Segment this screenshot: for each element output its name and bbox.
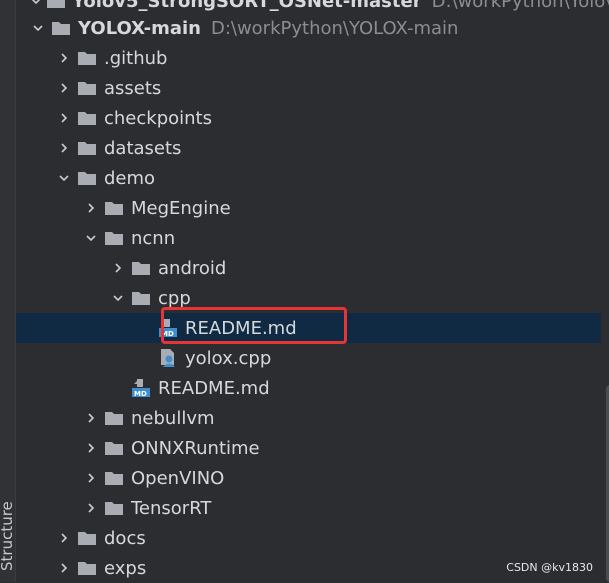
tree-row[interactable]: MegEngine	[16, 193, 601, 223]
folder-icon	[76, 108, 98, 128]
tree-item-label: nebullvm	[131, 407, 215, 429]
tree-item-label: TensorRT	[131, 497, 212, 519]
chevron-right-icon[interactable]	[83, 438, 99, 458]
tree-item-label: README.md	[158, 377, 270, 399]
chevron-right-icon[interactable]	[56, 138, 72, 158]
tree-row[interactable]: docs	[16, 523, 601, 553]
tree-item-label: assets	[104, 77, 162, 99]
chevron-right-icon[interactable]	[56, 108, 72, 128]
tree-row[interactable]: OpenVINO	[16, 463, 601, 493]
tree-item-label: cpp	[158, 287, 191, 309]
chevron-right-icon[interactable]	[56, 558, 72, 578]
folder-icon	[103, 408, 125, 428]
folder-icon	[103, 438, 125, 458]
tree-row[interactable]: android	[16, 253, 601, 283]
folder-icon	[76, 168, 98, 188]
tree-item-label: checkpoints	[104, 107, 212, 129]
chevron-right-icon[interactable]	[83, 198, 99, 218]
folder-icon	[50, 18, 72, 38]
folder-icon	[76, 528, 98, 548]
tree-row[interactable]: datasets	[16, 133, 601, 163]
chevron-right-icon[interactable]	[56, 528, 72, 548]
cpp-file-icon	[157, 348, 179, 368]
chevron-right-icon[interactable]	[56, 48, 72, 68]
folder-icon	[76, 48, 98, 68]
tree-row[interactable]: cpp	[16, 283, 601, 313]
tree-item-path: D:\workPython\Yolov5	[431, 0, 609, 12]
chevron-right-icon[interactable]	[83, 498, 99, 518]
chevron-right-icon[interactable]	[56, 78, 72, 98]
markdown-file-icon: MD	[157, 318, 179, 338]
markdown-file-icon: MD	[130, 378, 152, 398]
folder-icon	[76, 138, 98, 158]
tree-row[interactable]: demo	[16, 163, 601, 193]
tree-item-label: demo	[104, 167, 156, 189]
folder-icon	[76, 558, 98, 578]
svg-text:MD: MD	[134, 390, 147, 398]
folder-icon	[130, 258, 152, 278]
project-tree: Yolov5_StrongSORT_OSNet-master D:\workPy…	[16, 0, 609, 582]
chevron-down-icon[interactable]	[110, 288, 126, 308]
tree-row[interactable]: checkpoints	[16, 103, 601, 133]
chevron-down-icon[interactable]	[30, 0, 42, 11]
tree-row[interactable]: ncnn	[16, 223, 601, 253]
chevron-down-icon[interactable]	[56, 168, 72, 188]
tree-row-root[interactable]: YOLOX-main D:\workPython\YOLOX-main	[16, 13, 601, 43]
root-folder-path: D:\workPython\YOLOX-main	[210, 17, 459, 39]
tree-row[interactable]: nebullvm	[16, 403, 601, 433]
tree-item-label: .github	[104, 47, 168, 69]
watermark: CSDN @kv1830	[506, 561, 593, 574]
tree-item-label: Yolov5_StrongSORT_OSNet-master	[72, 0, 422, 12]
folder-icon	[130, 288, 152, 308]
root-folder-label: YOLOX-main	[78, 17, 201, 39]
tree-row[interactable]: TensorRT	[16, 493, 601, 523]
folder-icon	[103, 468, 125, 488]
folder-icon	[103, 228, 125, 248]
chevron-right-icon[interactable]	[83, 468, 99, 488]
side-tool-strip: Structure	[0, 0, 16, 582]
folder-icon	[103, 198, 125, 218]
tree-row[interactable]: yolox.cpp	[16, 343, 601, 373]
tree-item-label: docs	[104, 527, 146, 549]
tree-item-label: OpenVINO	[131, 467, 225, 489]
tree-item-label: android	[158, 257, 227, 279]
folder-icon	[103, 498, 125, 518]
tree-item-label: MegEngine	[131, 197, 231, 219]
tree-row[interactable]: assets	[16, 73, 601, 103]
chevron-down-icon[interactable]	[83, 228, 99, 248]
tree-item-label: exps	[104, 557, 147, 579]
tree-item-label: datasets	[104, 137, 182, 159]
svg-text:MD: MD	[161, 330, 174, 338]
tree-item-label: ONNXRuntime	[131, 437, 260, 459]
tree-row[interactable]: ONNXRuntime	[16, 433, 601, 463]
chevron-right-icon[interactable]	[83, 408, 99, 428]
tree-row-selected[interactable]: MD README.md	[16, 313, 601, 343]
tree-item-label: README.md	[185, 317, 297, 339]
structure-tab-label[interactable]: Structure	[0, 501, 16, 571]
tree-item-label: ncnn	[131, 227, 176, 249]
tree-row[interactable]: MD README.md	[16, 373, 601, 403]
tree-row[interactable]: .github	[16, 43, 601, 73]
folder-icon	[46, 0, 66, 11]
folder-icon	[76, 78, 98, 98]
chevron-down-icon[interactable]	[30, 18, 46, 38]
chevron-right-icon[interactable]	[110, 258, 126, 278]
tree-item-label: yolox.cpp	[185, 347, 272, 369]
